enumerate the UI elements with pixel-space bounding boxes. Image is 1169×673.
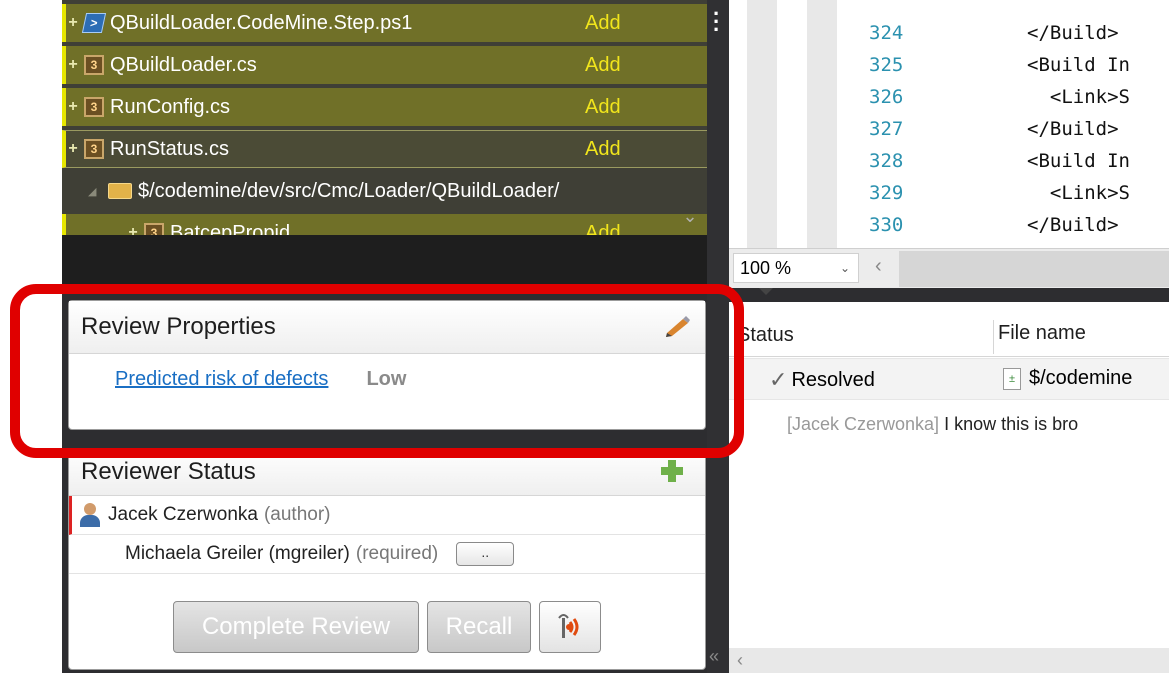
code-text: </Build> bbox=[1027, 214, 1119, 236]
zoom-select[interactable]: 100 % ⌄ bbox=[733, 253, 859, 283]
line-number: 325 bbox=[869, 54, 904, 76]
code-text: <Build In bbox=[1027, 150, 1130, 172]
recall-button[interactable]: Recall bbox=[427, 601, 531, 653]
csharp-file-icon: 3 bbox=[84, 139, 104, 159]
line-number: 326 bbox=[869, 86, 904, 108]
reviewer-name: Michaela Greiler (mgreiler) bbox=[125, 543, 350, 564]
tree-item-status: Add bbox=[585, 11, 621, 34]
author-name: Jacek Czerwonka bbox=[108, 504, 258, 525]
tree-item-label: RunStatus.cs bbox=[110, 137, 229, 160]
tree-item-label: RunConfig.cs bbox=[110, 95, 231, 118]
complete-review-button[interactable]: Complete Review bbox=[173, 601, 419, 653]
editor-status-bar: 100 % ⌄ ‹ bbox=[729, 248, 1169, 289]
tree-item-label: QBuildLoader.cs bbox=[110, 53, 257, 76]
expand-caret-icon[interactable]: ◢ bbox=[88, 185, 104, 198]
powershell-file-icon: > bbox=[81, 13, 107, 33]
thread-status: ✓ Resolved bbox=[769, 367, 875, 393]
column-header-status[interactable]: Status bbox=[737, 324, 794, 347]
checkmark-icon: ✓ bbox=[769, 367, 788, 392]
line-number: 328 bbox=[869, 150, 904, 172]
add-reviewer-icon[interactable] bbox=[661, 460, 683, 482]
line-number: 329 bbox=[869, 182, 904, 204]
zoom-value: 100 % bbox=[740, 258, 792, 278]
comments-list: Status File name ✓ Resolved ± $/codemine… bbox=[729, 288, 1169, 673]
pane-divider[interactable] bbox=[729, 288, 1169, 302]
code-text: <Build In bbox=[1027, 54, 1130, 76]
code-text: </Build> bbox=[1027, 22, 1119, 44]
tree-item-status: Add bbox=[585, 53, 621, 76]
comment-text: [Jacek Czerwonka] I know this is bro bbox=[787, 414, 1078, 435]
highlight-annotation bbox=[10, 284, 744, 458]
line-number: 324 bbox=[869, 22, 904, 44]
csharp-file-icon: 3 bbox=[144, 223, 164, 235]
editor-margin bbox=[747, 0, 777, 248]
reviewer-status-panel: Reviewer Status Jacek Czerwonka (author)… bbox=[68, 448, 706, 670]
comment-author: [Jacek Czerwonka] bbox=[787, 414, 940, 434]
tree-item-ps1[interactable]: + > QBuildLoader.CodeMine.Step.ps1 Add bbox=[62, 4, 707, 42]
grip-icon[interactable]: · · · bbox=[713, 3, 720, 41]
thread-status-label: Resolved bbox=[791, 368, 875, 391]
thread-file: ± $/codemine bbox=[1003, 367, 1132, 390]
horizontal-scrollbar[interactable] bbox=[899, 251, 1169, 287]
tree-item-runstatus-cs[interactable]: + 3 RunStatus.cs Add bbox=[62, 130, 707, 168]
code-editor[interactable]: 324 </Build> 325 <Build In 326 <Link>S 327… bbox=[729, 0, 1169, 248]
tree-item-status: Add bbox=[585, 137, 621, 160]
editor-margin bbox=[807, 0, 837, 248]
solution-explorer-tree: + > QBuildLoader.CodeMine.Step.ps1 Add +… bbox=[62, 0, 707, 235]
tree-item-status: Add bbox=[585, 221, 621, 236]
tree-item-qbuildloader-cs[interactable]: + 3 QBuildLoader.cs Add bbox=[62, 46, 707, 84]
bottom-horizontal-scrollbar[interactable]: ‹ bbox=[729, 648, 1169, 673]
thread-file-label: $/codemine bbox=[1029, 367, 1133, 389]
pending-add-icon: + bbox=[128, 224, 138, 235]
csharp-file-icon: 3 bbox=[84, 97, 104, 117]
folder-icon bbox=[108, 183, 132, 199]
line-number: 327 bbox=[869, 118, 904, 140]
reviewer-status-title: Reviewer Status bbox=[81, 458, 256, 485]
reviewer-row-required: Michaela Greiler (mgreiler) (required) .… bbox=[69, 535, 705, 574]
author-role: (author) bbox=[263, 504, 331, 525]
tree-folder-item[interactable]: ◢ $/codemine/dev/src/Cmc/Loader/QBuildLo… bbox=[62, 172, 707, 210]
pending-add-icon: + bbox=[68, 56, 78, 73]
tree-folder-label: $/codemine/dev/src/Cmc/Loader/QBuildLoad… bbox=[138, 179, 560, 202]
tree-item-cutoff[interactable]: + 3 BatcepPropid... Add bbox=[62, 214, 707, 235]
pending-add-icon: + bbox=[68, 98, 78, 115]
column-header-row: Status File name bbox=[729, 288, 1169, 357]
tree-item-status: Add bbox=[585, 95, 621, 118]
comment-thread-row[interactable]: ✓ Resolved ± $/codemine bbox=[729, 358, 1169, 400]
code-text: <Link>S bbox=[1027, 86, 1130, 108]
pending-add-icon: + bbox=[68, 14, 78, 31]
comment-body: I know this is bro bbox=[939, 414, 1079, 434]
code-text: </Build> bbox=[1027, 118, 1119, 140]
tree-item-label: BatcepPropid... bbox=[170, 221, 307, 236]
tree-item-runconfig-cs[interactable]: + 3 RunConfig.cs Add bbox=[62, 88, 707, 126]
review-actions: Complete Review Recall bbox=[173, 601, 601, 653]
reviewer-options-button[interactable]: .. bbox=[456, 542, 515, 566]
collapse-left-icon[interactable]: « bbox=[709, 646, 719, 667]
pending-add-icon: + bbox=[68, 140, 78, 157]
sort-arrow-icon bbox=[759, 288, 773, 295]
notify-reviewers-button[interactable] bbox=[539, 601, 601, 653]
column-header-file-name[interactable]: File name bbox=[993, 320, 1086, 354]
code-text: <Link>S bbox=[1027, 182, 1130, 204]
tree-item-label: QBuildLoader.CodeMine.Step.ps1 bbox=[110, 11, 413, 34]
reviewer-row-author: Jacek Czerwonka (author) bbox=[69, 496, 705, 535]
user-icon bbox=[80, 503, 100, 527]
document-icon: ± bbox=[1003, 367, 1021, 390]
broadcast-icon bbox=[558, 614, 579, 638]
chevron-down-icon[interactable]: ⌄ bbox=[840, 254, 850, 282]
scroll-down-icon[interactable]: ⌄ bbox=[680, 206, 700, 226]
csharp-file-icon: 3 bbox=[84, 55, 104, 75]
scroll-left-icon[interactable]: ‹ bbox=[737, 650, 743, 671]
reviewer-role: (required) bbox=[355, 543, 439, 564]
scroll-left-icon[interactable]: ‹ bbox=[875, 255, 882, 278]
tree-empty-area bbox=[62, 235, 707, 290]
line-number: 330 bbox=[869, 214, 904, 236]
